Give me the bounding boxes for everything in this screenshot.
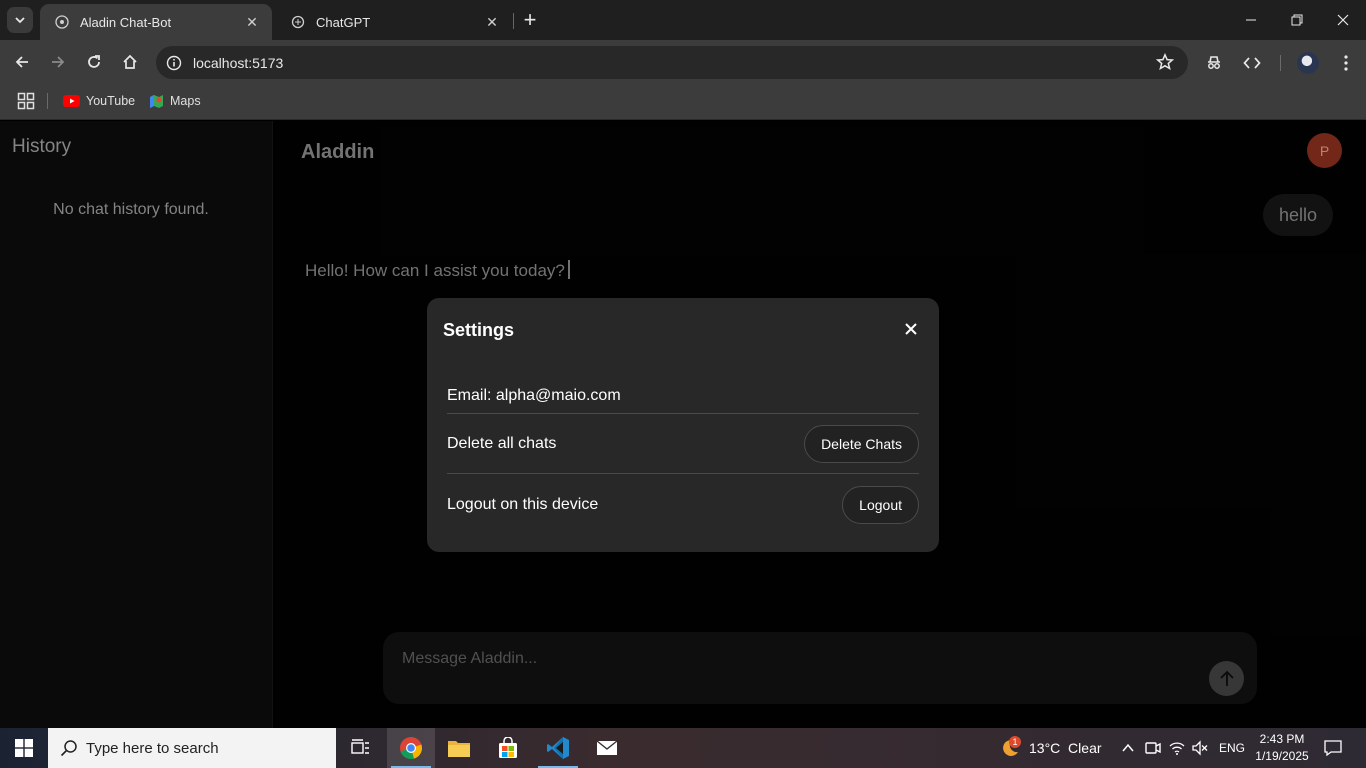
incognito-extension-icon[interactable] bbox=[1203, 52, 1225, 74]
apps-grid-icon[interactable] bbox=[17, 92, 35, 110]
close-settings-button[interactable] bbox=[901, 319, 921, 339]
taskbar-vscode[interactable] bbox=[534, 728, 582, 768]
bookmark-maps[interactable]: Maps bbox=[149, 91, 201, 111]
browser-tab-bar: Aladin Chat-Bot ✕ ChatGPT ✕ + bbox=[0, 0, 1366, 40]
delete-chats-label: Delete all chats bbox=[447, 434, 557, 452]
tab-chatgpt[interactable]: ChatGPT ✕ bbox=[276, 4, 512, 40]
notifications-icon[interactable] bbox=[1323, 738, 1343, 758]
task-view-icon bbox=[351, 739, 369, 754]
windows-logo-icon bbox=[15, 739, 33, 757]
maps-icon bbox=[149, 94, 164, 109]
close-icon bbox=[905, 323, 917, 335]
logout-button[interactable]: Logout bbox=[842, 486, 919, 524]
address-bar[interactable]: localhost:5173 bbox=[156, 46, 1188, 79]
kebab-menu-icon[interactable] bbox=[1335, 52, 1357, 74]
bookmark-separator bbox=[47, 93, 48, 109]
code-devtools-icon[interactable] bbox=[1241, 52, 1263, 74]
store-icon bbox=[499, 737, 517, 758]
minimize-button[interactable] bbox=[1228, 0, 1274, 40]
taskbar-store[interactable] bbox=[484, 728, 532, 768]
tab-search-button[interactable] bbox=[7, 7, 33, 33]
openai-icon bbox=[290, 14, 306, 30]
volume-muted-icon[interactable] bbox=[1190, 738, 1210, 758]
reload-icon bbox=[88, 55, 100, 68]
bookmark-label: Maps bbox=[170, 94, 201, 108]
settings-modal: Settings Email: alpha@maio.com Delete al… bbox=[427, 298, 939, 552]
close-tab-icon[interactable]: ✕ bbox=[482, 12, 502, 32]
wifi-icon[interactable] bbox=[1167, 738, 1187, 758]
bookmarks-bar: YouTube Maps bbox=[0, 84, 1366, 120]
home-icon bbox=[123, 54, 137, 69]
close-icon bbox=[1337, 14, 1349, 26]
restore-button[interactable] bbox=[1274, 0, 1320, 40]
tab-title: ChatGPT bbox=[316, 14, 371, 30]
weather-text[interactable]: 13°C Clear bbox=[1029, 740, 1102, 756]
clock-date: 1/19/2025 bbox=[1255, 749, 1309, 763]
logout-row: Logout on this device Logout bbox=[447, 486, 919, 524]
weather-badge: 1 bbox=[1009, 736, 1021, 748]
chevron-up-icon[interactable] bbox=[1118, 738, 1138, 758]
delete-chats-row: Delete all chats Delete Chats bbox=[447, 424, 919, 474]
bookmark-star-icon[interactable] bbox=[1156, 53, 1174, 71]
taskbar-search-placeholder: Type here to search bbox=[86, 739, 219, 757]
toolbar-divider bbox=[1280, 55, 1281, 71]
email-text: Email: alpha@maio.com bbox=[447, 387, 621, 404]
tab-aladin-chat-bot[interactable]: Aladin Chat-Bot ✕ bbox=[40, 4, 272, 40]
clock-time: 2:43 PM bbox=[1259, 732, 1305, 746]
task-view-button[interactable] bbox=[337, 728, 385, 768]
mail-icon bbox=[596, 740, 618, 755]
forward-button[interactable] bbox=[46, 50, 70, 74]
taskbar-search-box[interactable]: Type here to search bbox=[48, 728, 336, 768]
clock[interactable]: 2:43 PM 1/19/2025 bbox=[1248, 731, 1316, 765]
chrome-icon bbox=[400, 737, 422, 760]
logout-label: Logout on this device bbox=[447, 496, 599, 513]
meet-now-icon[interactable] bbox=[1143, 738, 1163, 758]
back-button[interactable] bbox=[10, 50, 34, 74]
close-tab-icon[interactable]: ✕ bbox=[242, 12, 262, 32]
bookmark-label: YouTube bbox=[86, 94, 136, 108]
taskbar-file-explorer[interactable] bbox=[435, 728, 483, 768]
arrow-left-icon bbox=[15, 56, 28, 68]
browser-toolbar: localhost:5173 bbox=[0, 40, 1366, 84]
start-button[interactable] bbox=[0, 728, 48, 768]
search-icon bbox=[60, 739, 78, 757]
email-row: Email: alpha@maio.com bbox=[447, 378, 919, 414]
arrow-right-icon bbox=[52, 56, 65, 68]
windows-taskbar: Type here to search 1 13°C Clear ENG 2:4… bbox=[0, 728, 1366, 768]
browser-profile-avatar[interactable] bbox=[1297, 52, 1319, 74]
site-info-icon[interactable] bbox=[164, 53, 184, 73]
taskbar-mail[interactable] bbox=[583, 728, 631, 768]
folder-icon bbox=[448, 741, 470, 757]
url-text: localhost:5173 bbox=[193, 54, 284, 71]
restore-icon bbox=[1291, 14, 1303, 26]
settings-title: Settings bbox=[443, 320, 515, 340]
chevron-down-icon bbox=[15, 17, 25, 24]
web-page: History No chat history found. Aladdin P… bbox=[0, 121, 1366, 728]
tab-title: Aladin Chat-Bot bbox=[80, 14, 172, 30]
bookmark-youtube[interactable]: YouTube bbox=[63, 91, 135, 111]
globe-icon bbox=[54, 14, 70, 30]
reload-button[interactable] bbox=[82, 50, 106, 74]
language-indicator[interactable]: ENG bbox=[1219, 741, 1245, 755]
close-window-button[interactable] bbox=[1320, 0, 1366, 40]
delete-chats-button[interactable]: Delete Chats bbox=[804, 424, 919, 463]
minimize-icon bbox=[1246, 19, 1256, 21]
new-tab-button[interactable]: + bbox=[518, 7, 542, 32]
youtube-icon bbox=[63, 95, 80, 107]
vscode-icon bbox=[547, 737, 569, 759]
taskbar-chrome[interactable] bbox=[387, 728, 435, 768]
tab-separator bbox=[513, 13, 514, 29]
home-button[interactable] bbox=[118, 50, 142, 74]
